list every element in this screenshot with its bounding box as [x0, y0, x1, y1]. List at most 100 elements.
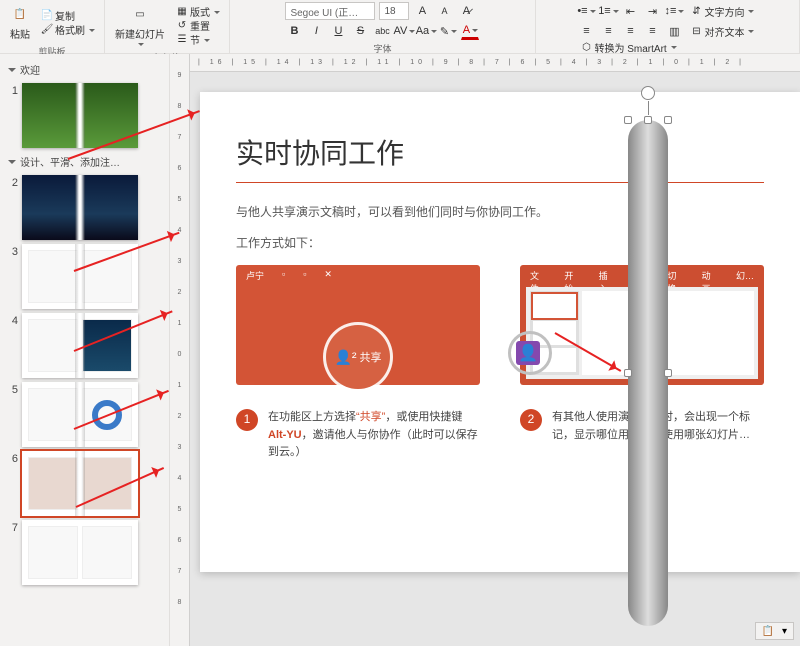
thumb-number: 1 [6, 83, 18, 97]
new-slide-icon: ▭ [130, 4, 150, 24]
paste-options-icon: 📋 [762, 626, 774, 637]
title-underline [236, 182, 764, 183]
share-badge: 👤²共享 [326, 325, 390, 389]
thumb-number: 6 [6, 451, 18, 465]
text-dir-icon: ⇵ [690, 5, 702, 17]
align-right-button[interactable]: ≡ [621, 22, 639, 40]
resize-handle-n[interactable] [644, 116, 652, 124]
ribbon: 📋 粘贴 📄复制 🖌格式刷 剪贴板 ▭ 新建幻灯片 ▦版式 ↺重置 ☰节 幻灯片 [0, 0, 800, 54]
slide-howto: 工作方式如下： [236, 234, 764, 251]
smartart-icon: ⬡ [580, 41, 592, 53]
reset-label: 重置 [190, 18, 210, 33]
shrink-font-button[interactable]: A [435, 2, 453, 20]
copy-button[interactable]: 📄复制 [38, 9, 98, 23]
copy-label: 复制 [55, 8, 75, 23]
window-min-icon: ▫ [282, 269, 285, 282]
rotate-handle[interactable] [641, 86, 655, 100]
layout-label: 版式 [190, 4, 210, 19]
thumb-slide-5[interactable] [22, 382, 138, 447]
smartart-button[interactable]: ⬡转换为 SmartArt [577, 40, 757, 54]
clipboard-group: 📋 粘贴 📄复制 🖌格式刷 剪贴板 [0, 0, 105, 53]
grow-font-button[interactable]: A [413, 2, 431, 20]
reset-icon: ↺ [176, 20, 188, 32]
format-painter-button[interactable]: 🖌格式刷 [38, 23, 98, 37]
thumb-number: 5 [6, 382, 18, 396]
step-num-1: 1 [236, 409, 258, 431]
format-painter-label: 格式刷 [55, 22, 85, 37]
numbering-button[interactable]: 1≡ [599, 2, 617, 20]
copy-icon: 📄 [41, 10, 53, 22]
slide: 实时协同工作 与他人共享演示文稿时，可以看到他们同时与你协同工作。 工作方式如下… [200, 92, 800, 572]
dec-indent-button[interactable]: ⇤ [621, 2, 639, 20]
selected-shape-pillar[interactable] [628, 120, 668, 626]
person-icon: 👤² [334, 349, 356, 366]
inc-indent-button[interactable]: ⇥ [643, 2, 661, 20]
reset-button[interactable]: ↺重置 [173, 19, 223, 33]
share-badge-text: 共享 [360, 349, 382, 365]
paste-options-button[interactable]: 📋▾ [755, 622, 794, 640]
align-left-button[interactable]: ≡ [577, 22, 595, 40]
font-size-input[interactable] [379, 2, 409, 20]
bullets-button[interactable]: •≡ [577, 2, 595, 20]
person-icon: 👤 [518, 343, 538, 363]
change-case-button[interactable]: Aa [417, 22, 435, 40]
columns-button[interactable]: ▥ [665, 22, 683, 40]
step-1-text: 在功能区上方选择“共享”，或使用快捷键 Alt-YU，邀请他人与你协作（此时可以… [268, 409, 480, 462]
layout-button[interactable]: ▦版式 [173, 5, 223, 19]
align-text-button[interactable]: ⊟对齐文本 [687, 24, 757, 38]
resize-handle-e[interactable] [664, 369, 672, 377]
slide-intro: 与他人共享演示文稿时，可以看到他们同时与你协同工作。 [236, 203, 764, 220]
new-slide-label: 新建幻灯片 [115, 26, 165, 41]
paste-label: 粘贴 [10, 26, 30, 41]
horizontal-ruler: | 16 | 15 | 14 | 13 | 12 | 11 | 10 | 9 |… [190, 54, 800, 72]
vertical-ruler: 987654321012345678 [170, 54, 190, 646]
section-icon: ☰ [176, 34, 188, 46]
thumb-slide-2[interactable] [22, 175, 138, 240]
section-button[interactable]: ☰节 [173, 33, 223, 47]
bold-button[interactable]: B [285, 22, 303, 40]
layout-icon: ▦ [176, 6, 188, 18]
chevron-down-icon: ▾ [782, 626, 787, 637]
line-spacing-button[interactable]: ↕≡ [665, 2, 683, 20]
thumb-slide-7[interactable] [22, 520, 138, 585]
slide-thumbnails-pane[interactable]: 欢迎 1 设计、平滑、添加注… 2 3 4 5 6 7 [0, 54, 170, 646]
font-color-button[interactable]: A [461, 22, 479, 40]
spacing-button[interactable]: AV [395, 22, 413, 40]
justify-button[interactable]: ≡ [643, 22, 661, 40]
shot-username: 卢宁 [246, 269, 264, 282]
align-center-button[interactable]: ≡ [599, 22, 617, 40]
brush-icon: 🖌 [41, 24, 53, 36]
smartart-label: 转换为 SmartArt [594, 40, 666, 55]
font-name-input[interactable] [285, 2, 375, 20]
text-direction-button[interactable]: ⇵文字方向 [687, 4, 757, 18]
font-group: A A A̷ B I U S abc AV Aa ✎ A 字体 [230, 0, 536, 53]
paste-button[interactable]: 📋 粘贴 [6, 2, 34, 43]
presence-avatar: 👤 [516, 341, 540, 365]
thumb-number: 2 [6, 175, 18, 189]
thumb-number: 3 [6, 244, 18, 258]
italic-button[interactable]: I [307, 22, 325, 40]
slides-group: ▭ 新建幻灯片 ▦版式 ↺重置 ☰节 幻灯片 [105, 0, 230, 53]
align-text-icon: ⊟ [690, 25, 702, 37]
step-1: 1 在功能区上方选择“共享”，或使用快捷键 Alt-YU，邀请他人与你协作（此时… [236, 409, 480, 462]
section-label: 节 [190, 32, 200, 47]
resize-handle-nw[interactable] [624, 116, 632, 124]
slide-title: 实时协同工作 [236, 132, 764, 172]
thumb-number: 7 [6, 520, 18, 534]
clear-format-button[interactable]: A̷ [457, 2, 475, 20]
step-num-2: 2 [520, 409, 542, 431]
underline-button[interactable]: U [329, 22, 347, 40]
strike-button[interactable]: S [351, 22, 369, 40]
paragraph-group: •≡ 1≡ ⇤ ⇥ ↕≡ ⇵文字方向 ≡ ≡ ≡ ≡ ▥ ⊟对齐文本 ⬡转换为 … [536, 0, 800, 53]
highlight-button[interactable]: ✎ [439, 22, 457, 40]
section-header-welcome[interactable]: 欢迎 [0, 58, 169, 81]
screenshot-share: 卢宁▫▫✕ 👤²共享 [236, 265, 480, 385]
resize-handle-w[interactable] [624, 369, 632, 377]
thumb-number: 4 [6, 313, 18, 327]
new-slide-button[interactable]: ▭ 新建幻灯片 [111, 2, 169, 49]
slide-canvas[interactable]: 实时协同工作 与他人共享演示文稿时，可以看到他们同时与你协同工作。 工作方式如下… [190, 72, 800, 646]
window-max-icon: ▫ [303, 269, 306, 282]
thumb-slide-4[interactable] [22, 313, 138, 378]
resize-handle-ne[interactable] [664, 116, 672, 124]
shadow-button[interactable]: abc [373, 22, 391, 40]
